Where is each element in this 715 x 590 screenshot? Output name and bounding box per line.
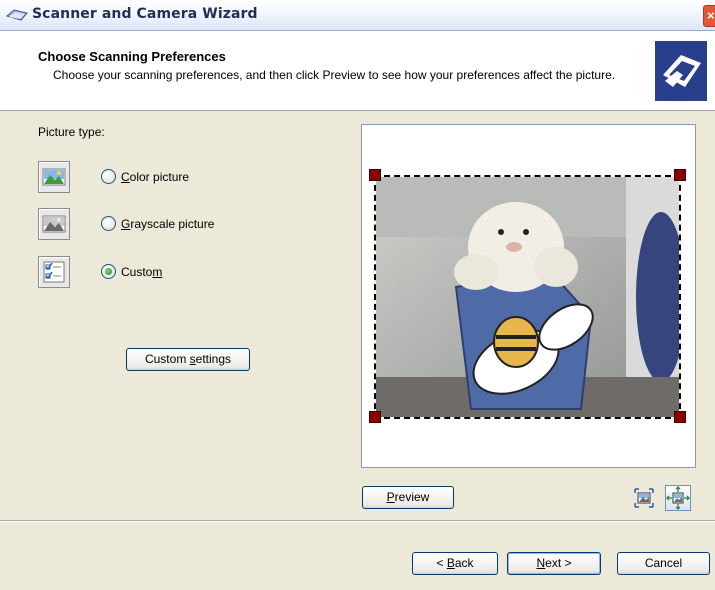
crop-handle-bottom-right[interactable] (674, 411, 686, 423)
title-bar[interactable]: Scanner and Camera Wizard × (0, 0, 715, 31)
crop-handle-top-right[interactable] (674, 169, 686, 181)
footer-divider (0, 520, 715, 522)
cancel-button[interactable]: Cancel (617, 552, 710, 575)
mnemonic: B (446, 556, 455, 570)
crop-to-selection-icon[interactable] (634, 488, 654, 508)
scanner-icon (6, 9, 28, 21)
custom-settings-button[interactable]: Custom settings (126, 348, 250, 371)
option-label: rayscale picture (130, 217, 215, 231)
next-button[interactable]: Next > (507, 552, 601, 575)
best-fit-button[interactable] (665, 485, 691, 511)
mnemonic: C (121, 170, 130, 184)
color-picture-option[interactable]: Color picture (121, 170, 189, 184)
custom-option[interactable]: Custom (121, 265, 162, 279)
picture-type-label: Picture type: (38, 125, 105, 139)
preview-image[interactable] (374, 175, 681, 419)
color-picture-radio[interactable] (101, 169, 116, 184)
color-picture-icon (38, 161, 70, 193)
button-label: review (394, 490, 430, 504)
crop-handle-top-left[interactable] (369, 169, 381, 181)
option-label: Custo (121, 265, 153, 279)
custom-radio[interactable] (101, 264, 116, 279)
grayscale-picture-icon (38, 208, 70, 240)
button-label: Custom (144, 352, 190, 366)
mnemonic: N (536, 556, 546, 570)
close-icon: × (707, 8, 715, 23)
wizard-scanner-icon (655, 41, 707, 101)
mnemonic: m (152, 265, 163, 279)
button-label-rest: ack (454, 556, 474, 570)
mnemonic: P (386, 490, 395, 504)
radio-selected-dot (105, 268, 112, 275)
page-subtitle: Choose your scanning preferences, and th… (53, 68, 616, 82)
wizard-header: Choose Scanning Preferences Choose your … (0, 31, 715, 111)
custom-picture-icon (38, 256, 70, 288)
grayscale-picture-radio[interactable] (101, 216, 116, 231)
button-label: < (436, 556, 447, 570)
option-label: olor picture (129, 170, 190, 184)
close-button[interactable]: × (703, 5, 715, 27)
window-title: Scanner and Camera Wizard (32, 6, 258, 22)
button-label: ext > (545, 556, 572, 570)
back-button[interactable]: < Back (412, 552, 498, 575)
button-label-rest: ettings (195, 352, 232, 366)
best-fit-icon (666, 486, 690, 510)
page-title: Choose Scanning Preferences (38, 49, 226, 64)
preview-button[interactable]: Preview (362, 486, 454, 509)
crop-handle-bottom-left[interactable] (369, 411, 381, 423)
mnemonic: G (121, 217, 131, 231)
grayscale-picture-option[interactable]: Grayscale picture (121, 217, 214, 231)
